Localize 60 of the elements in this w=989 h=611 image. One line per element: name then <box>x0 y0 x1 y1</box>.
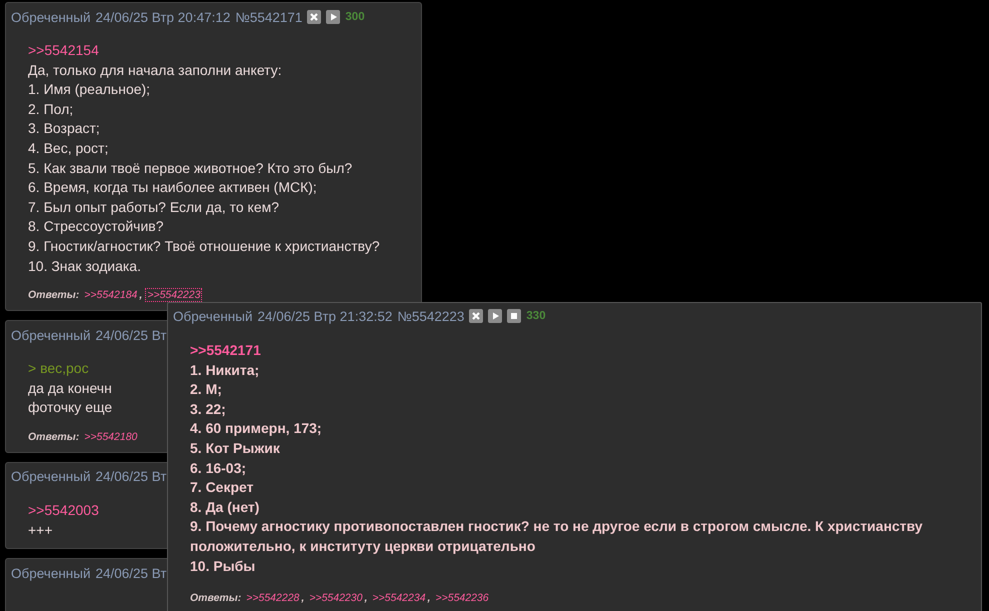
post-text: 6. Время, когда ты наиболее активен (МСК); <box>28 178 317 198</box>
reply-link[interactable]: >>5542171 <box>190 341 261 361</box>
author-name: Обреченный <box>11 10 90 24</box>
post-text: 7. Секрет <box>190 478 254 498</box>
post-text: 7. Был опыт работы? Если да, то кем? <box>28 198 280 217</box>
separator-text: , <box>139 289 142 302</box>
separator-text: , <box>364 592 368 604</box>
separator-text: , <box>301 592 304 604</box>
post-text: 9. Гностик/агностик? Твоё отношение к христианству? <box>28 236 380 256</box>
post-text: 8. Стрессоустойчив? <box>28 217 164 236</box>
post-date: 24/06/25 Вт <box>96 328 167 343</box>
post-text: 8. Да (нет) <box>190 498 260 517</box>
post-text: 3. 22; <box>190 400 226 419</box>
author-name: Обреченный <box>11 566 90 581</box>
post-score: 330 <box>526 310 546 322</box>
post-text: 10. Рыбы <box>190 556 256 576</box>
post-text: 1. Имя (реальное); <box>28 80 150 100</box>
post-text: да да конечн <box>28 378 112 398</box>
reply-link[interactable]: >>5542230 <box>307 591 364 606</box>
post-text: 6. 16-03; <box>190 458 246 478</box>
separator-text: , <box>428 592 430 604</box>
post-text: Да, только для начала заполни анкету: <box>28 60 282 80</box>
replies-label: Ответы: <box>28 289 80 302</box>
reply-link[interactable]: >>5542228 <box>244 591 302 606</box>
post-date: 24/06/25 Вт <box>96 566 167 581</box>
author-name: Обреченный <box>11 328 90 343</box>
post-text: 5. Как звали твоё первое животное? Кто это был? <box>28 158 352 178</box>
post-text: 1. Никита; <box>190 360 260 380</box>
close-button[interactable] <box>469 309 484 323</box>
post-text: 4. Вес, рост; <box>28 138 108 158</box>
play-button[interactable] <box>326 10 340 24</box>
play-button[interactable] <box>488 309 502 323</box>
reply-link[interactable]: >>5542003 <box>28 500 99 520</box>
post-text: 9. Почему агностику противопоставлен гностик? не то не другое если в строгом смысле. К христианству положительно, к институту церкви отрицательно <box>190 517 924 556</box>
reply-link[interactable]: >>5542184 <box>82 288 140 302</box>
quote-text: > вес,рос <box>28 359 89 378</box>
post-text: 10. Знак зодиака. <box>28 256 141 276</box>
post-text: +++ <box>28 520 53 540</box>
post-date: 24/06/25 Втр 21:32:52 <box>258 308 392 324</box>
post-number[interactable]: №5542171 <box>235 10 302 24</box>
author-name: Обреченный <box>11 469 90 484</box>
post-date: 24/06/25 Вт <box>96 469 167 484</box>
post-date: 24/06/25 Втр 20:47:12 <box>96 10 230 24</box>
replies-label: Ответы: <box>28 430 80 443</box>
post-text: 5. Кот Рыжик <box>190 438 280 458</box>
reply-link[interactable]: >>5542180 <box>82 430 140 444</box>
post-score: 300 <box>345 11 365 23</box>
post-number[interactable]: №5542223 <box>397 308 464 324</box>
close-button[interactable] <box>307 10 322 24</box>
post-text: 2. Пол; <box>28 100 74 119</box>
stop-button[interactable] <box>507 309 522 323</box>
reply-link[interactable]: >>5542154 <box>28 41 99 61</box>
reply-link[interactable]: >>5542234 <box>370 591 428 606</box>
post-text: 3. Возраст; <box>28 119 100 138</box>
post-text: фоточку еще <box>28 398 112 418</box>
author-name: Обреченный <box>173 308 252 324</box>
post-text: 4. 60 примерн, 173; <box>190 419 322 438</box>
post-text: 2. М; <box>190 380 222 400</box>
replies-label: Ответы: <box>190 592 242 604</box>
reply-link[interactable]: >>5542236 <box>433 591 491 606</box>
